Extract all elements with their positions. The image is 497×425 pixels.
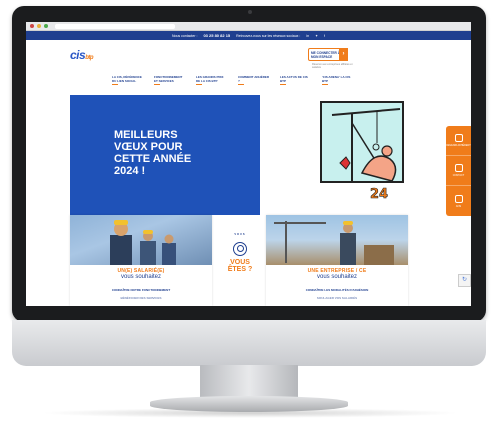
chat-icon	[454, 194, 463, 203]
user-icon	[233, 242, 247, 256]
website-screen: Nous contacter : 03 25 80 82 15 Retrouve…	[26, 22, 471, 306]
nav-item-services[interactable]: FONCTIONNEMENT ET SERVICES	[154, 75, 186, 85]
chooser-label: VOUS	[234, 233, 246, 236]
company-link-adhesion[interactable]: CONNAÎTRE LES MODALITÉS D'ADHÉSION	[266, 288, 408, 292]
employee-link-fonctionnement[interactable]: CONNAÎTRE NOTRE FONCTIONNEMENT	[70, 288, 212, 292]
side-item-label: AVIS	[455, 204, 462, 208]
employee-subtitle: vous souhaitez	[120, 274, 162, 280]
linkedin-icon[interactable]: in	[306, 34, 309, 38]
company-subtitle: vous souhaitez	[316, 274, 358, 280]
connect-account-button[interactable]: ME CONNECTER À MON ESPACE ›	[308, 48, 348, 61]
monitor-stand-foot	[150, 396, 348, 412]
profile-chooser: VOUS VOUS ÊTES ?	[220, 233, 260, 273]
address-bar[interactable]	[55, 23, 175, 29]
employee-link-services[interactable]: BÉNÉFICIER DES SERVICES	[70, 296, 212, 300]
year-number-art: 24	[370, 187, 389, 203]
close-window-icon[interactable]	[30, 24, 34, 28]
nav-item-adherer[interactable]: COMMENT ADHÉRER ?	[238, 75, 270, 85]
social-label: Retrouvez-nous sur les réseaux sociaux :	[236, 33, 301, 38]
site-header: cisbtp ME CONNECTER À MON ESPACE › Réser…	[26, 40, 471, 86]
contact-label: Nous contacter :	[171, 33, 198, 38]
monitor-stand-neck	[200, 365, 298, 399]
site-logo[interactable]: cisbtp	[70, 48, 94, 62]
nav-item-arena[interactable]: 'CIS ARENA' LA CIS BTP	[322, 75, 354, 85]
company-photo	[266, 215, 408, 265]
side-item-label: DEVENIR ADHÉRENT	[446, 144, 471, 147]
workers-photo-icon	[110, 220, 176, 265]
mail-icon	[454, 164, 463, 172]
crane-worker-artwork	[320, 101, 404, 183]
arrow-right-icon: ›	[339, 48, 348, 61]
side-item-contact[interactable]: CONTACT	[446, 156, 471, 186]
nav-item-reference[interactable]: LA CIS, RÉFÉRENCE DU LIEN SOCIAL	[112, 75, 144, 85]
hero-title: MEILLEURS VŒUX POUR CETTE ANNÉE 2024 !	[114, 129, 192, 177]
camera-dot	[248, 10, 252, 14]
side-item-adherent[interactable]: DEVENIR ADHÉRENT	[446, 126, 471, 156]
twitter-icon[interactable]: ✦	[315, 34, 318, 38]
browser-chrome	[26, 22, 471, 31]
profile-cards: UN(E) SALARIÉ(E) vous souhaitez CONNAÎTR…	[70, 215, 430, 306]
employee-card[interactable]: UN(E) SALARIÉ(E) vous souhaitez CONNAÎTR…	[70, 215, 212, 306]
main-navigation: LA CIS, RÉFÉRENCE DU LIEN SOCIAL FONCTIO…	[112, 75, 354, 85]
connect-button-label: ME CONNECTER À MON ESPACE	[311, 51, 341, 59]
connect-note: Réservé aux entreprises affiliées et sal…	[312, 63, 353, 69]
hero-illustration: 24	[320, 97, 428, 213]
company-link-salaries[interactable]: SOULAGER VOS SALARIÉS	[266, 296, 408, 300]
chooser-question: VOUS ÊTES ?	[227, 259, 253, 273]
recaptcha-badge-icon[interactable]: ↻	[458, 274, 471, 287]
nav-item-grands-prix[interactable]: LES GRANDS PRIX DE LA CIS BTP	[196, 75, 228, 85]
employee-photo	[70, 215, 212, 265]
construction-photo-icon	[274, 221, 394, 265]
phone-number[interactable]: 03 25 80 82 15	[203, 33, 230, 38]
maximize-window-icon[interactable]	[44, 24, 48, 28]
side-quick-panel: DEVENIR ADHÉRENT CONTACT AVIS	[446, 126, 471, 216]
side-item-label: CONTACT	[452, 174, 465, 177]
logo-accent: btp	[85, 55, 94, 61]
side-item-avis[interactable]: AVIS	[446, 186, 471, 216]
top-contact-bar: Nous contacter : 03 25 80 82 15 Retrouve…	[26, 31, 471, 40]
hero-banner: MEILLEURS VŒUX POUR CETTE ANNÉE 2024 ! 2…	[26, 95, 471, 215]
minimize-window-icon[interactable]	[37, 24, 41, 28]
nav-item-actus[interactable]: LES ACTUS DE CIS BTP	[280, 75, 312, 85]
facebook-icon[interactable]: f	[324, 34, 325, 38]
logo-main: cis	[70, 48, 86, 62]
company-card[interactable]: UNE ENTREPRISE / CE vous souhaitez CONNA…	[266, 215, 408, 306]
document-icon	[454, 134, 463, 142]
crane-drawing-icon	[331, 108, 401, 182]
monitor-chin	[12, 320, 486, 366]
imac-mockup: Nous contacter : 03 25 80 82 15 Retrouve…	[0, 0, 497, 425]
